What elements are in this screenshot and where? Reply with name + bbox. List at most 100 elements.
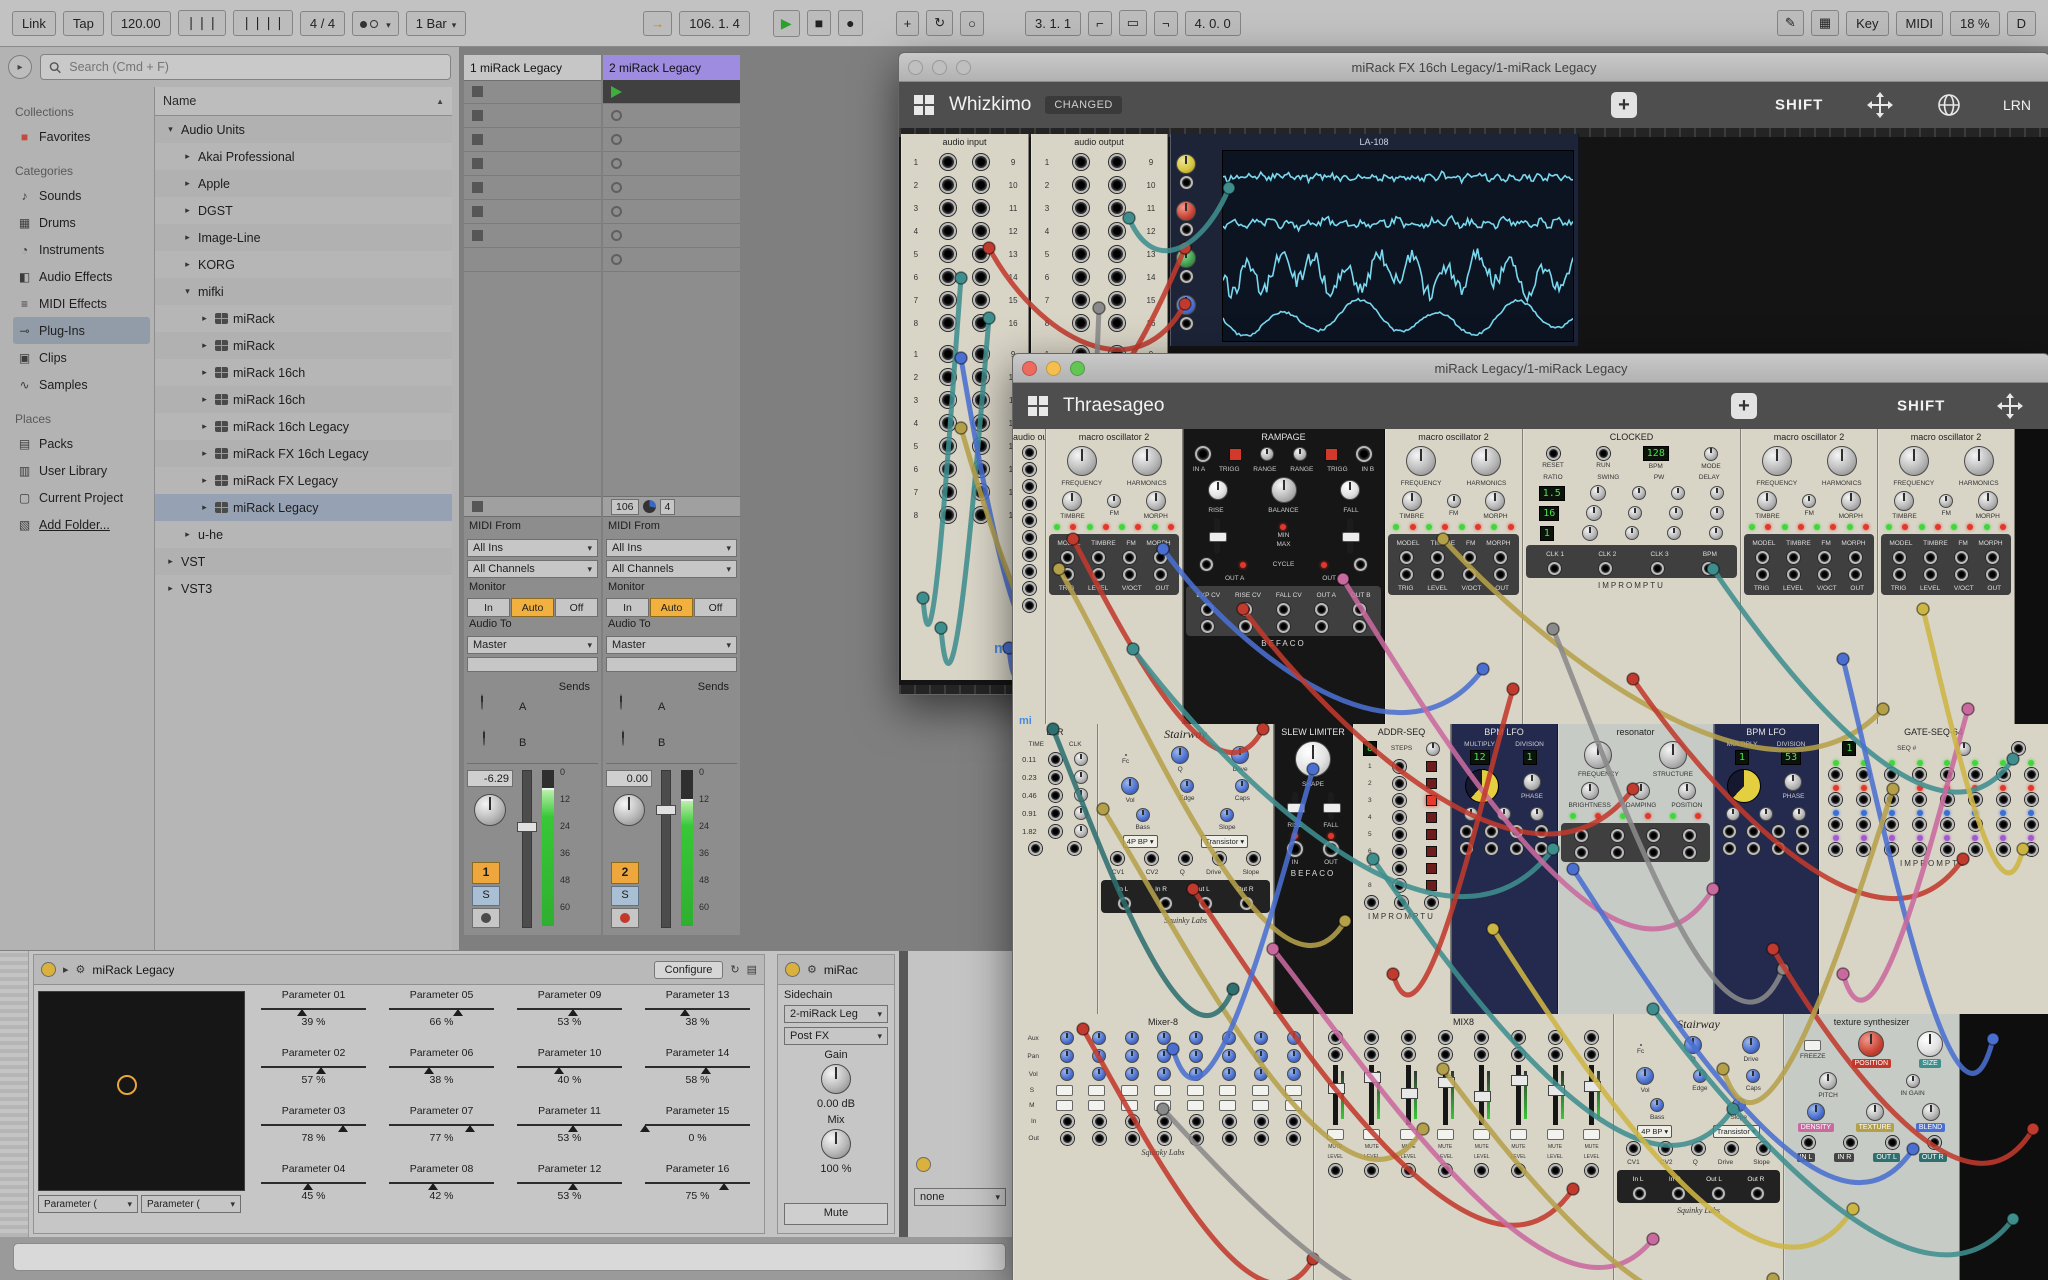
knob[interactable] bbox=[1189, 1067, 1204, 1081]
jack[interactable] bbox=[973, 484, 990, 500]
loop-start-display[interactable]: 3. 1. 1 bbox=[1024, 10, 1082, 36]
jack[interactable] bbox=[973, 177, 990, 193]
knob[interactable] bbox=[1254, 1067, 1269, 1081]
jack[interactable] bbox=[973, 507, 990, 523]
knob[interactable] bbox=[1746, 1069, 1761, 1083]
jack[interactable] bbox=[1885, 793, 1899, 806]
scene-sig[interactable]: 4 bbox=[659, 498, 676, 515]
knob[interactable] bbox=[1761, 446, 1792, 476]
knob[interactable] bbox=[1677, 782, 1696, 800]
sidebar-item-sounds[interactable]: ♪ Sounds bbox=[13, 182, 150, 209]
knob[interactable] bbox=[1092, 1049, 1107, 1063]
jack[interactable] bbox=[1691, 1142, 1705, 1155]
jack[interactable] bbox=[1548, 1048, 1562, 1061]
jack[interactable] bbox=[1048, 788, 1062, 802]
chevron-right-icon[interactable]: ▸ bbox=[199, 448, 210, 459]
jack[interactable] bbox=[1535, 842, 1548, 855]
jack[interactable] bbox=[1575, 829, 1589, 842]
sidebar-item-packs[interactable]: ▤ Packs bbox=[13, 430, 150, 457]
plugin-edit-wrench-icon[interactable]: ⚙ bbox=[807, 963, 817, 976]
session-record-button[interactable]: ○ bbox=[960, 10, 984, 36]
knob[interactable] bbox=[1858, 1031, 1885, 1057]
jack[interactable] bbox=[1190, 1132, 1204, 1145]
clip-slot[interactable] bbox=[603, 176, 740, 200]
jack[interactable] bbox=[1849, 568, 1862, 581]
hot-swap-icon[interactable]: ↻ bbox=[730, 963, 739, 976]
jack[interactable] bbox=[939, 484, 956, 500]
track-title[interactable]: 2 miRack Legacy bbox=[603, 55, 740, 81]
jack[interactable] bbox=[1254, 1132, 1268, 1145]
sidebar-item-favorites[interactable]: ■ Favorites bbox=[13, 123, 150, 150]
fader[interactable] bbox=[1547, 1065, 1565, 1125]
macro-value[interactable]: 0 % bbox=[637, 1132, 758, 1144]
jack[interactable] bbox=[1849, 551, 1862, 564]
chevron-right-icon[interactable]: ▸ bbox=[199, 340, 210, 351]
jack[interactable] bbox=[1073, 177, 1089, 193]
jack[interactable] bbox=[939, 415, 956, 431]
mode-selector[interactable]: Transistor ▾ bbox=[1712, 1125, 1760, 1138]
jack[interactable] bbox=[1940, 818, 1954, 831]
macro-value[interactable]: 38 % bbox=[637, 1016, 758, 1028]
jack[interactable] bbox=[1646, 846, 1660, 859]
clip-slot[interactable] bbox=[464, 128, 601, 152]
jack[interactable] bbox=[1460, 825, 1473, 838]
jack[interactable] bbox=[939, 154, 956, 170]
jack[interactable] bbox=[1857, 843, 1871, 856]
jack[interactable] bbox=[1771, 825, 1785, 838]
button[interactable] bbox=[1546, 1129, 1564, 1140]
monitor-off-button[interactable]: Off bbox=[694, 598, 737, 617]
jack[interactable] bbox=[1650, 562, 1664, 575]
jack[interactable] bbox=[1857, 793, 1871, 806]
macro-parameter-07[interactable]: Parameter 07 77 % bbox=[381, 1105, 502, 1163]
knob[interactable] bbox=[1260, 447, 1275, 461]
tap-tempo-button[interactable]: Tap bbox=[62, 10, 104, 36]
stop-button[interactable]: ■ bbox=[806, 10, 832, 36]
jack[interactable] bbox=[1254, 1115, 1268, 1128]
jack[interactable] bbox=[1328, 1048, 1342, 1061]
scene-tempo[interactable]: 106 bbox=[611, 498, 639, 515]
jack[interactable] bbox=[1393, 828, 1407, 841]
patch-name[interactable]: Thraesageo bbox=[1063, 395, 1164, 417]
jack[interactable] bbox=[1885, 843, 1899, 856]
jack[interactable] bbox=[1068, 842, 1081, 855]
jack[interactable] bbox=[1201, 620, 1215, 633]
jack[interactable] bbox=[1125, 1115, 1139, 1128]
jack[interactable] bbox=[1672, 1187, 1686, 1200]
jack[interactable] bbox=[1179, 223, 1193, 236]
jack[interactable] bbox=[1771, 842, 1785, 855]
pan-knob[interactable] bbox=[613, 794, 645, 826]
button[interactable] bbox=[1153, 1085, 1171, 1096]
button[interactable] bbox=[1363, 1129, 1381, 1140]
jack[interactable] bbox=[1996, 843, 2010, 856]
jack[interactable] bbox=[1747, 825, 1761, 838]
jack[interactable] bbox=[1722, 825, 1736, 838]
chevron-right-icon[interactable]: ▸ bbox=[182, 529, 193, 540]
jack[interactable] bbox=[973, 200, 990, 216]
jack[interactable] bbox=[939, 507, 956, 523]
macro-parameter-03[interactable]: Parameter 03 78 % bbox=[253, 1105, 374, 1163]
tree-item-vst[interactable]: ▸ VST bbox=[155, 548, 452, 575]
jack[interactable] bbox=[973, 223, 990, 239]
tree-item-vst3[interactable]: ▸ VST3 bbox=[155, 575, 452, 602]
jack[interactable] bbox=[1462, 551, 1476, 564]
knob[interactable] bbox=[1639, 1044, 1642, 1046]
pan-knob[interactable] bbox=[474, 794, 506, 826]
volume-display[interactable]: -6.29 bbox=[467, 770, 513, 787]
tree-item-mirack[interactable]: ▸ miRack bbox=[155, 332, 452, 359]
knob[interactable] bbox=[1894, 491, 1915, 511]
jack[interactable] bbox=[1125, 1132, 1139, 1145]
jack[interactable] bbox=[1585, 1164, 1599, 1177]
chevron-right-icon[interactable]: ▸ bbox=[199, 502, 210, 513]
y-param-selector[interactable]: Parameter (▾ bbox=[141, 1195, 241, 1213]
save-preset-icon[interactable]: ▤ bbox=[747, 963, 757, 976]
macro-parameter-11[interactable]: Parameter 11 53 % bbox=[509, 1105, 630, 1163]
jack[interactable] bbox=[1109, 177, 1125, 193]
post-fx-selector[interactable]: Post FX ▾ bbox=[784, 1027, 888, 1045]
jack[interactable] bbox=[1885, 818, 1899, 831]
mix-knob[interactable] bbox=[821, 1129, 851, 1159]
jack[interactable] bbox=[1352, 603, 1366, 616]
tree-item-dgst[interactable]: ▸ DGST bbox=[155, 197, 452, 224]
knob[interactable] bbox=[1916, 1031, 1943, 1057]
device-title-bar[interactable]: ⚙ miRac bbox=[778, 955, 894, 985]
chevron-right-icon[interactable]: ▸ bbox=[199, 475, 210, 486]
